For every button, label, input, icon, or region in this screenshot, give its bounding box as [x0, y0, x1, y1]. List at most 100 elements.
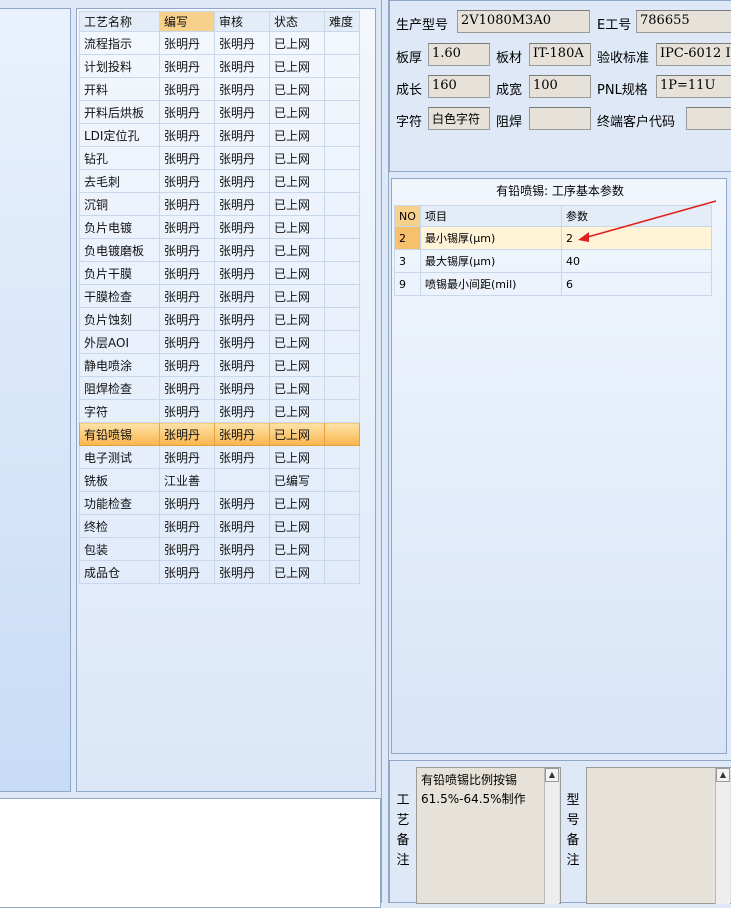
- cell-process-name[interactable]: 终检: [79, 514, 160, 538]
- cell-author[interactable]: 张明丹: [159, 514, 215, 538]
- process-row[interactable]: 去毛刺 张明丹 张明丹 已上网: [79, 169, 360, 193]
- cell-reviewer[interactable]: 张明丹: [214, 376, 270, 400]
- cell-author[interactable]: 张明丹: [159, 169, 215, 193]
- cell-difficulty[interactable]: [324, 537, 360, 561]
- process-row[interactable]: 干膜检查 张明丹 张明丹 已上网: [79, 284, 360, 308]
- cell-difficulty[interactable]: [324, 514, 360, 538]
- cell-status[interactable]: 已上网: [269, 31, 325, 55]
- splitter-bar[interactable]: [381, 0, 389, 903]
- cell-reviewer[interactable]: 张明丹: [214, 330, 270, 354]
- cell-status[interactable]: 已上网: [269, 560, 325, 584]
- cell-status[interactable]: 已上网: [269, 422, 325, 446]
- cell-difficulty[interactable]: [324, 192, 360, 216]
- cell-value[interactable]: 6: [561, 272, 712, 296]
- cell-status[interactable]: 已上网: [269, 169, 325, 193]
- cell-difficulty[interactable]: [324, 261, 360, 285]
- cell-reviewer[interactable]: 张明丹: [214, 123, 270, 147]
- process-row[interactable]: 铣板 江业善 已编写: [79, 468, 360, 492]
- cell-author[interactable]: 张明丹: [159, 215, 215, 239]
- cell-process-name[interactable]: 负片电镀: [79, 215, 160, 239]
- cell-difficulty[interactable]: [324, 169, 360, 193]
- solder-mask-field[interactable]: [529, 107, 591, 130]
- cell-process-name[interactable]: 负片蚀刻: [79, 307, 160, 331]
- cell-reviewer[interactable]: 张明丹: [214, 192, 270, 216]
- cell-status[interactable]: 已上网: [269, 376, 325, 400]
- cell-reviewer[interactable]: 张明丹: [214, 514, 270, 538]
- process-row[interactable]: 外层AOI 张明丹 张明丹 已上网: [79, 330, 360, 354]
- cell-process-name[interactable]: 流程指示: [79, 31, 160, 55]
- cell-process-name[interactable]: 字符: [79, 399, 160, 423]
- cell-status[interactable]: 已上网: [269, 192, 325, 216]
- cell-status[interactable]: 已上网: [269, 54, 325, 78]
- cell-author[interactable]: 张明丹: [159, 537, 215, 561]
- process-row[interactable]: 终检 张明丹 张明丹 已上网: [79, 514, 360, 538]
- cell-reviewer[interactable]: 张明丹: [214, 445, 270, 469]
- cell-status[interactable]: 已上网: [269, 399, 325, 423]
- column-header-author[interactable]: 编写: [159, 11, 215, 32]
- cell-status[interactable]: 已上网: [269, 330, 325, 354]
- cell-author[interactable]: 张明丹: [159, 422, 215, 446]
- cell-difficulty[interactable]: [324, 330, 360, 354]
- process-row[interactable]: LDI定位孔 张明丹 张明丹 已上网: [79, 123, 360, 147]
- model-remark-scrollbar[interactable]: ▲: [715, 768, 730, 904]
- cell-reviewer[interactable]: 张明丹: [214, 307, 270, 331]
- cell-author[interactable]: 张明丹: [159, 330, 215, 354]
- cell-difficulty[interactable]: [324, 468, 360, 492]
- cell-difficulty[interactable]: [324, 77, 360, 101]
- cell-status[interactable]: 已上网: [269, 353, 325, 377]
- cell-reviewer[interactable]: 张明丹: [214, 491, 270, 515]
- cell-author[interactable]: 张明丹: [159, 491, 215, 515]
- param-row[interactable]: 9 喷锡最小间距(mil) 6: [394, 272, 712, 296]
- cell-status[interactable]: 已编写: [269, 468, 325, 492]
- e-number-field[interactable]: 786655: [636, 10, 731, 33]
- material-field[interactable]: IT-180A: [529, 43, 591, 66]
- column-header-status[interactable]: 状态: [269, 11, 325, 32]
- cell-difficulty[interactable]: [324, 422, 360, 446]
- column-header-reviewer[interactable]: 审核: [214, 11, 270, 32]
- cell-status[interactable]: 已上网: [269, 307, 325, 331]
- cell-reviewer[interactable]: 张明丹: [214, 77, 270, 101]
- cell-difficulty[interactable]: [324, 215, 360, 239]
- cell-difficulty[interactable]: [324, 54, 360, 78]
- process-row[interactable]: 电子测试 张明丹 张明丹 已上网: [79, 445, 360, 469]
- process-row[interactable]: 负电镀磨板 张明丹 张明丹 已上网: [79, 238, 360, 262]
- standard-field[interactable]: IPC-6012 I: [656, 43, 731, 66]
- process-row[interactable]: 字符 张明丹 张明丹 已上网: [79, 399, 360, 423]
- customer-code-field[interactable]: [686, 107, 731, 130]
- cell-difficulty[interactable]: [324, 376, 360, 400]
- cell-author[interactable]: 张明丹: [159, 31, 215, 55]
- cell-process-name[interactable]: 钻孔: [79, 146, 160, 170]
- process-row[interactable]: 开料 张明丹 张明丹 已上网: [79, 77, 360, 101]
- cell-reviewer[interactable]: 张明丹: [214, 238, 270, 262]
- cell-author[interactable]: 江业善: [159, 468, 215, 492]
- cell-status[interactable]: 已上网: [269, 238, 325, 262]
- cell-author[interactable]: 张明丹: [159, 54, 215, 78]
- cell-process-name[interactable]: 开料后烘板: [79, 100, 160, 124]
- cell-author[interactable]: 张明丹: [159, 123, 215, 147]
- cell-status[interactable]: 已上网: [269, 146, 325, 170]
- cell-difficulty[interactable]: [324, 100, 360, 124]
- cell-process-name[interactable]: 开料: [79, 77, 160, 101]
- cell-reviewer[interactable]: [214, 468, 270, 492]
- cell-status[interactable]: 已上网: [269, 514, 325, 538]
- process-row[interactable]: 钻孔 张明丹 张明丹 已上网: [79, 146, 360, 170]
- cell-difficulty[interactable]: [324, 238, 360, 262]
- cell-reviewer[interactable]: 张明丹: [214, 537, 270, 561]
- cell-author[interactable]: 张明丹: [159, 445, 215, 469]
- cell-difficulty[interactable]: [324, 284, 360, 308]
- cell-reviewer[interactable]: 张明丹: [214, 422, 270, 446]
- cell-author[interactable]: 张明丹: [159, 376, 215, 400]
- cell-author[interactable]: 张明丹: [159, 560, 215, 584]
- pnl-field[interactable]: 1P=11U: [656, 75, 731, 98]
- cell-status[interactable]: 已上网: [269, 215, 325, 239]
- cell-reviewer[interactable]: 张明丹: [214, 353, 270, 377]
- cell-difficulty[interactable]: [324, 123, 360, 147]
- cell-difficulty[interactable]: [324, 353, 360, 377]
- cell-reviewer[interactable]: 张明丹: [214, 169, 270, 193]
- cell-process-name[interactable]: 成品仓: [79, 560, 160, 584]
- character-field[interactable]: 白色字符: [428, 107, 490, 130]
- cell-difficulty[interactable]: [324, 307, 360, 331]
- cell-difficulty[interactable]: [324, 491, 360, 515]
- cell-reviewer[interactable]: 张明丹: [214, 100, 270, 124]
- process-row[interactable]: 负片干膜 张明丹 张明丹 已上网: [79, 261, 360, 285]
